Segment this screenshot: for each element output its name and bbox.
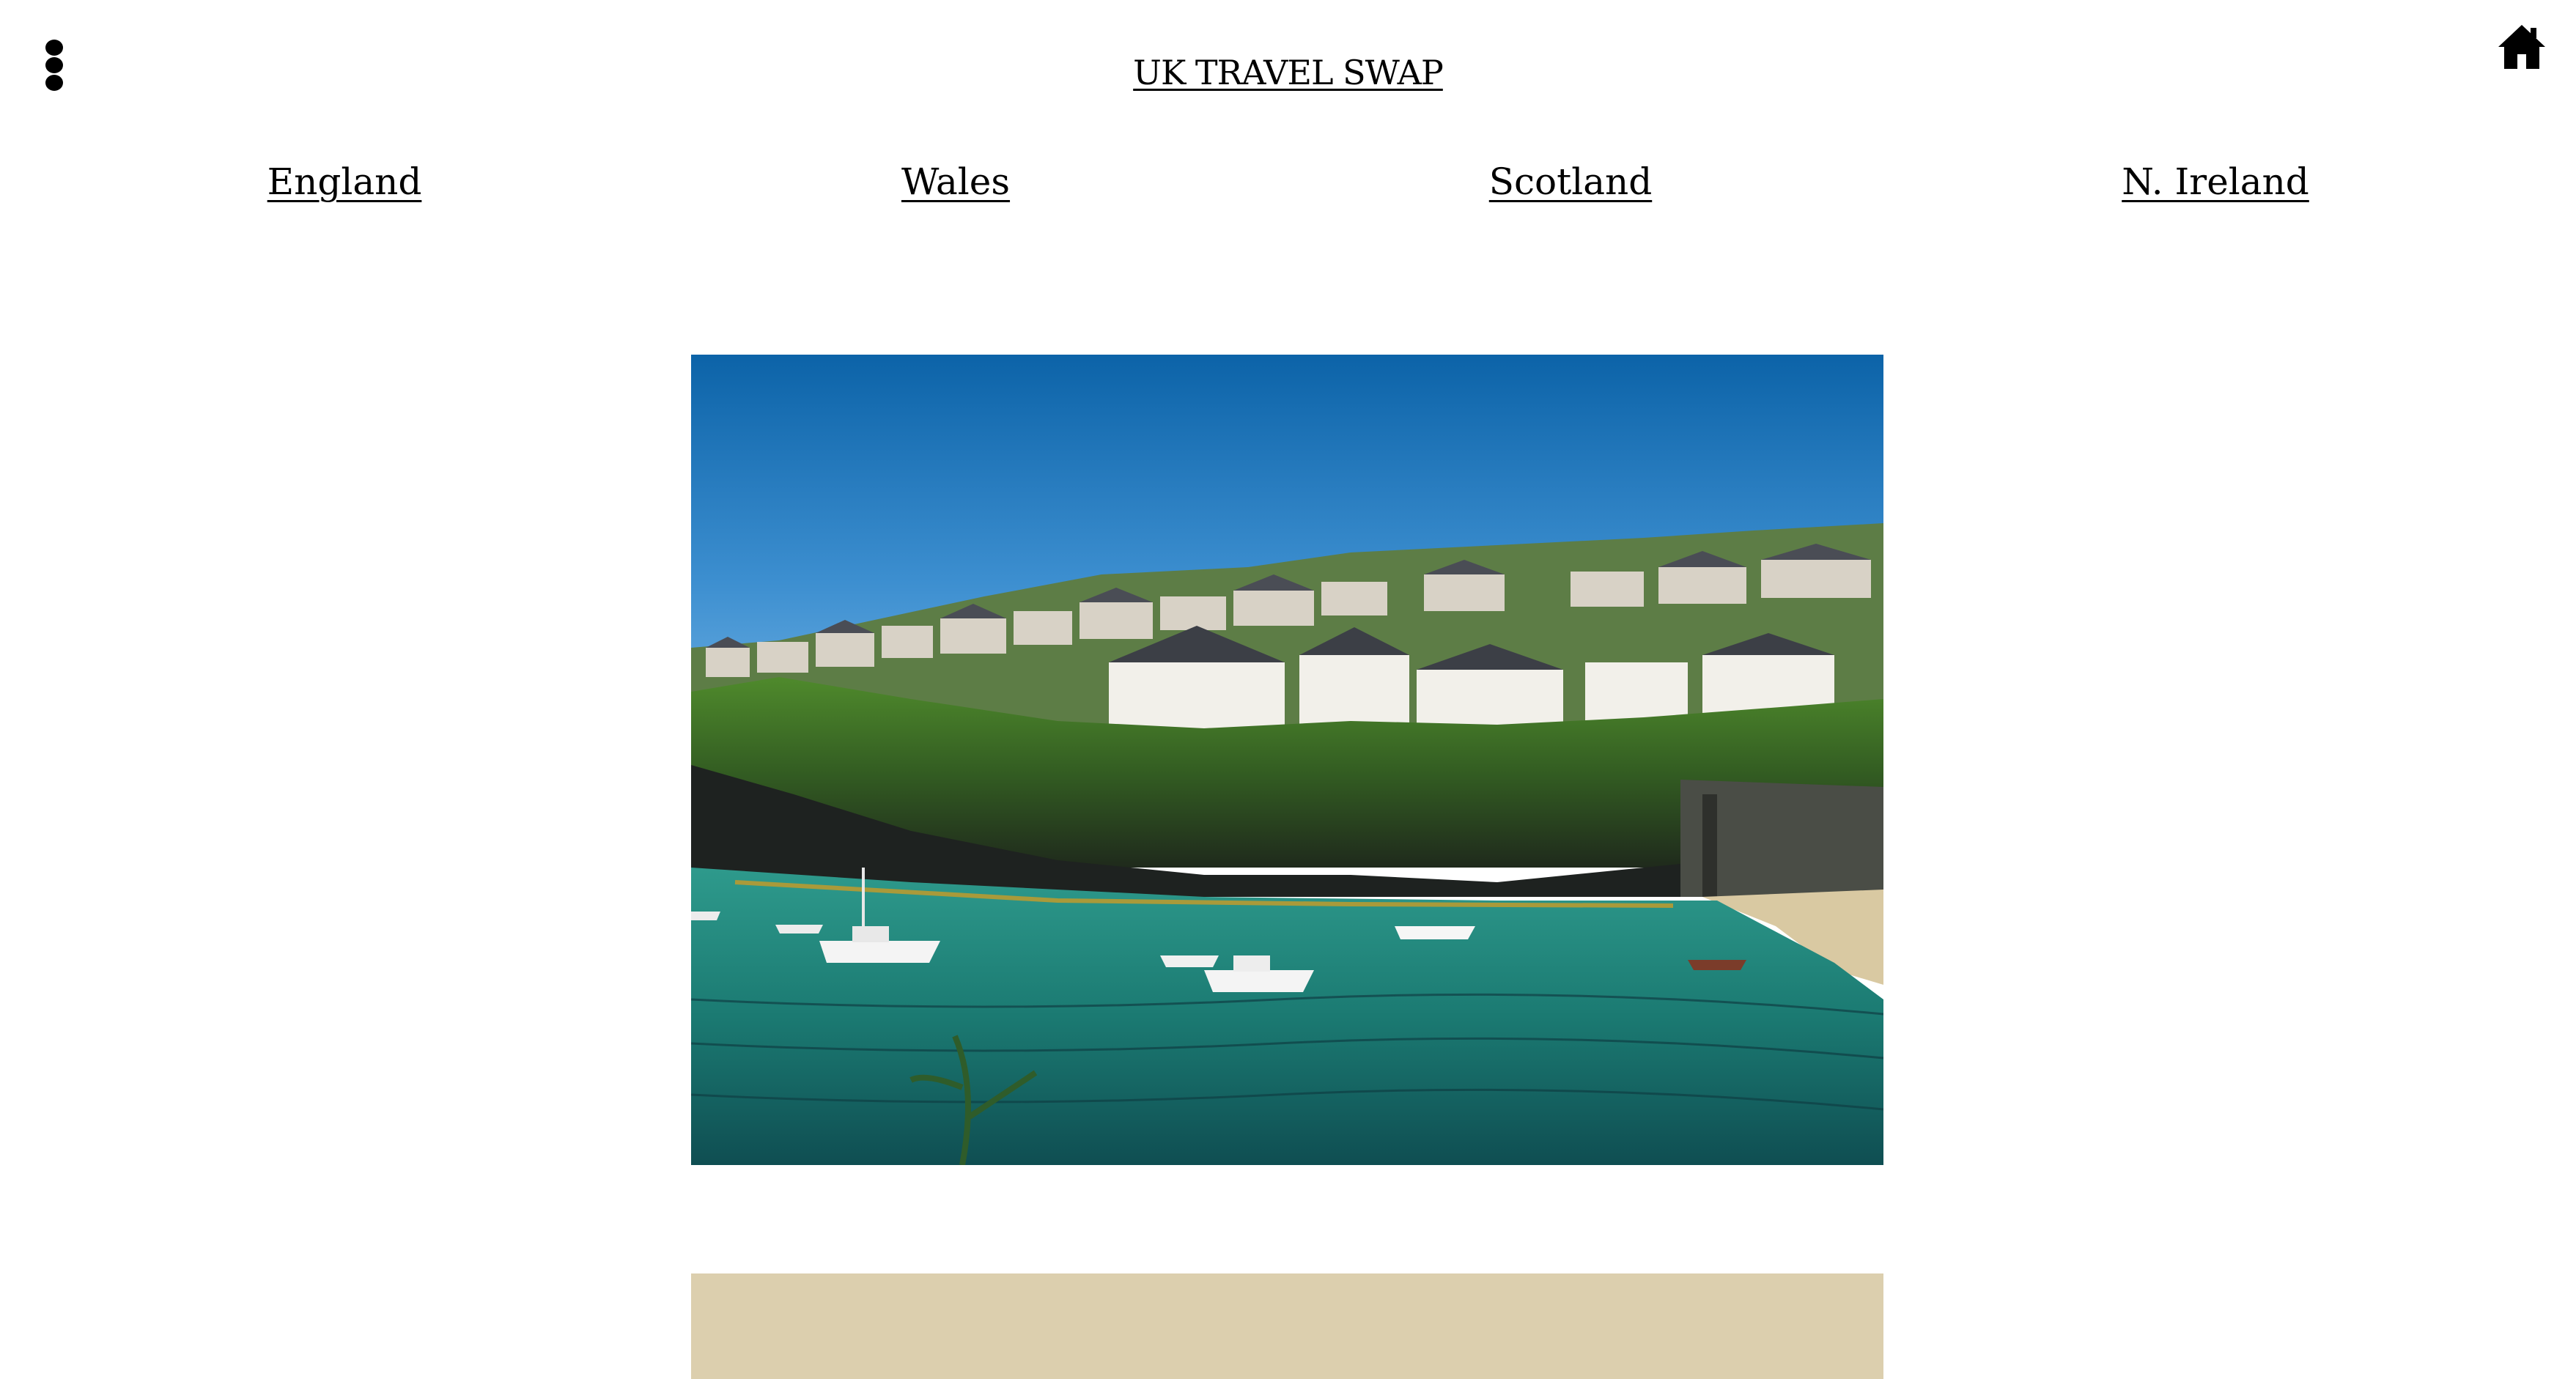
- nav-item-wales[interactable]: Wales: [901, 160, 1010, 204]
- nav-item-scotland[interactable]: Scotland: [1489, 160, 1652, 204]
- nav-item-n-ireland[interactable]: N. Ireland: [2122, 160, 2309, 204]
- region-nav: England Wales Scotland N. Ireland: [0, 160, 2576, 218]
- content-card: [691, 1273, 1883, 1379]
- hero-image: [691, 355, 1883, 1165]
- home-icon[interactable]: [2495, 21, 2548, 73]
- site-title: UK TRAVEL SWAP: [0, 53, 2576, 93]
- nav-item-england[interactable]: England: [267, 160, 422, 204]
- site-title-link[interactable]: UK TRAVEL SWAP: [1133, 53, 1444, 92]
